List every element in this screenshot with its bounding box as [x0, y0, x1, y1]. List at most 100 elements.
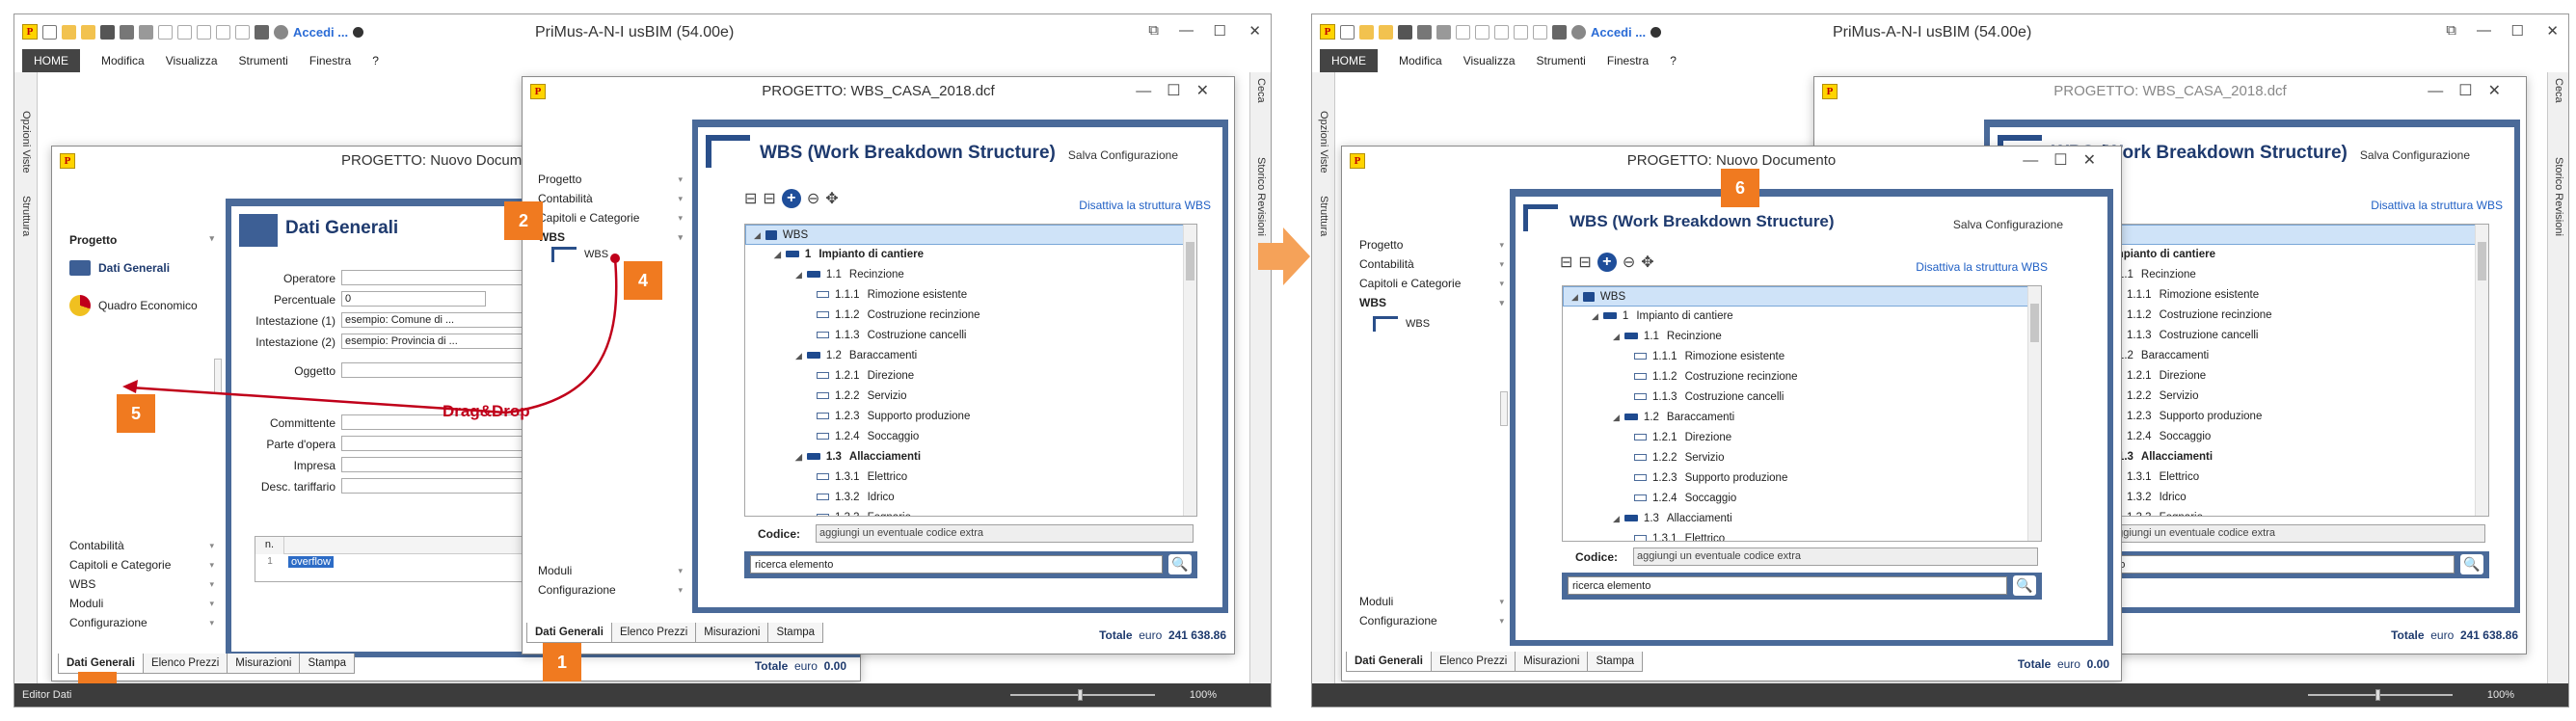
- node-code: 1.1.3: [1652, 391, 1677, 403]
- restore-layout-icon[interactable]: ⧉: [2446, 22, 2456, 39]
- project-window-controls[interactable]: —☐✕: [2428, 81, 2516, 100]
- node-code: 1.2.2: [2127, 390, 2152, 402]
- wbs-tree[interactable]: ◢WBS◢1Impianto di cantiere◢1.1Recinzione…: [1562, 285, 2042, 542]
- disattiva-wbs-link[interactable]: Disattiva la struttura WBS: [2371, 199, 2503, 212]
- undo-icon[interactable]: [1456, 24, 1470, 40]
- menu-help[interactable]: ?: [1670, 54, 1677, 67]
- tab-stampa[interactable]: Stampa: [1587, 652, 1644, 672]
- zoom-slider[interactable]: [1010, 689, 1155, 701]
- node-label: Baraccamenti: [1666, 412, 1735, 423]
- node-label: Costruzione cancelli: [2159, 330, 2259, 341]
- delete-icon[interactable]: ⊟: [1560, 253, 1572, 272]
- primus-logo-icon: P: [1320, 24, 1335, 40]
- splitter-handle[interactable]: [1500, 391, 1508, 426]
- salva-configurazione-button[interactable]: Salva Configurazione: [2360, 148, 2470, 162]
- tree-node[interactable]: 1.1.1 Rimozione esistente: [1563, 347, 2041, 367]
- app-title: PriMus-A-N-I usBIM (54.00e): [1833, 24, 2032, 40]
- nav-contabilita[interactable]: Contabilità: [1359, 254, 1504, 274]
- tree-node[interactable]: 1.1.3 Costruzione cancelli: [1563, 387, 2041, 408]
- nav-capitoli[interactable]: Capitoli e Categorie: [1359, 274, 1504, 293]
- doc-bottom-nav: Moduli Configurazione: [1359, 592, 1504, 630]
- tree-node[interactable]: 1.1.2 Costruzione recinzione: [1563, 367, 2041, 387]
- tree-root[interactable]: ◢ WBS: [1563, 286, 2041, 307]
- zoom-slider[interactable]: [2308, 689, 2453, 701]
- node-label: Rimozione esistente: [2159, 289, 2260, 301]
- ceca-tab[interactable]: Ceca: [2553, 78, 2564, 103]
- tab-misurazioni[interactable]: Misurazioni: [1515, 652, 1589, 672]
- tree-node[interactable]: ◢ 1.2 Baraccamenti: [1563, 408, 2041, 428]
- tree-node[interactable]: 1.2.1 Direzione: [1563, 428, 2041, 448]
- storico-revisioni-tab[interactable]: Storico Revisioni: [2553, 157, 2564, 236]
- opzioni-viste-tab[interactable]: Opzioni Viste: [1318, 111, 1329, 174]
- menu-finestra[interactable]: Finestra: [1607, 54, 1649, 67]
- cut-icon[interactable]: [1494, 24, 1509, 40]
- node-code: 1.1.2: [2127, 309, 2152, 321]
- node-code: 1.1.3: [2127, 330, 2152, 341]
- tree-node[interactable]: 1.2.4 Soccaggio: [1563, 489, 2041, 509]
- expand-toggle-icon[interactable]: ◢: [1592, 311, 1598, 321]
- codice-input[interactable]: aggiungi un eventuale codice extra: [2107, 524, 2485, 543]
- add-node-button[interactable]: +: [1597, 253, 1617, 272]
- search-icon[interactable]: 🔍: [2460, 554, 2483, 574]
- tree-node[interactable]: 1.3.1 Elettrico: [1563, 529, 2041, 541]
- nav-progetto[interactable]: Progetto: [1359, 235, 1504, 254]
- pointer-icon[interactable]: [1571, 24, 1586, 40]
- primus-logo-icon: P: [1350, 153, 1365, 169]
- document-window-controls[interactable]: —☐✕: [2023, 150, 2111, 170]
- wbs-node-item[interactable]: WBS: [1373, 316, 1430, 332]
- menu-visualizza[interactable]: Visualizza: [1463, 54, 1516, 67]
- salva-configurazione-button[interactable]: Salva Configurazione: [1953, 218, 2063, 231]
- search-input[interactable]: ricerca elemento: [1568, 576, 2007, 595]
- expand-toggle-icon[interactable]: ◢: [1613, 413, 1620, 422]
- tab-dati-generali[interactable]: Dati Generali: [1346, 652, 1432, 672]
- node-label: Costruzione recinzione: [1684, 371, 1798, 383]
- codice-input[interactable]: aggiungi un eventuale codice extra: [1633, 547, 2038, 566]
- delete-all-icon[interactable]: ⊟: [1578, 253, 1591, 272]
- tree-scrollbar[interactable]: [2475, 225, 2488, 516]
- remove-node-icon[interactable]: ⊖: [1623, 253, 1635, 272]
- badge-6: 6: [1721, 169, 1759, 207]
- save-icon[interactable]: [1398, 24, 1412, 40]
- multi-window-icon[interactable]: [1552, 24, 1567, 40]
- move-arrows-icon[interactable]: ✥: [1641, 253, 1653, 272]
- menu-modifica[interactable]: Modifica: [1399, 54, 1442, 67]
- node-label: Impianto di cantiere: [2110, 249, 2215, 260]
- minimize-button[interactable]: —: [2477, 22, 2491, 39]
- badge-2: 2: [504, 201, 543, 240]
- redo-icon[interactable]: [1475, 24, 1489, 40]
- node-label: Costruzione cancelli: [1684, 391, 1784, 403]
- nav-configurazione[interactable]: Configurazione: [1359, 611, 1504, 630]
- close-button[interactable]: ✕: [2546, 22, 2559, 40]
- new-file-icon[interactable]: [1340, 24, 1355, 40]
- app-window-after: P Accedi ... PriMus-A-N-I usBIM (54.00e)…: [1311, 13, 2569, 708]
- menu-home[interactable]: HOME: [1320, 49, 1378, 72]
- login-link[interactable]: Accedi ...: [1591, 25, 1646, 40]
- tab-elenco-prezzi[interactable]: Elenco Prezzi: [1430, 652, 1516, 672]
- expand-toggle-icon[interactable]: ◢: [1613, 514, 1620, 523]
- nav-wbs[interactable]: WBS: [1359, 293, 1504, 312]
- paste-icon[interactable]: [1533, 24, 1547, 40]
- nav-moduli[interactable]: Moduli: [1359, 592, 1504, 611]
- open-folder-icon[interactable]: [1359, 24, 1374, 40]
- tree-node[interactable]: 1.2.3 Supporto produzione: [1563, 468, 2041, 489]
- folder-icon[interactable]: [1379, 24, 1393, 40]
- user-icon[interactable]: [1650, 26, 1662, 38]
- copy-icon[interactable]: [1514, 24, 1528, 40]
- node-code: 1.3.3: [2127, 512, 2152, 516]
- tree-node[interactable]: ◢ 1 Impianto di cantiere: [1563, 307, 2041, 327]
- maximize-button[interactable]: ☐: [2511, 22, 2524, 40]
- tree-node[interactable]: ◢ 1.1 Recinzione: [1563, 327, 2041, 347]
- expand-toggle-icon[interactable]: ◢: [1571, 292, 1578, 302]
- search-icon[interactable]: 🔍: [2013, 575, 2036, 596]
- menu-strumenti[interactable]: Strumenti: [1537, 54, 1586, 67]
- tree-node[interactable]: ◢ 1.3 Allacciamenti: [1563, 509, 2041, 529]
- status-bar: 100%: [1312, 683, 2568, 707]
- disattiva-wbs-link[interactable]: Disattiva la struttura WBS: [1916, 260, 2048, 274]
- tree-scrollbar[interactable]: [2027, 286, 2041, 541]
- badge-5: 5: [117, 394, 155, 433]
- save-as-icon[interactable]: [1417, 24, 1432, 40]
- struttura-tab[interactable]: Struttura: [1318, 196, 1329, 236]
- tree-node[interactable]: 1.2.2 Servizio: [1563, 448, 2041, 468]
- print-icon[interactable]: [1436, 24, 1451, 40]
- expand-toggle-icon[interactable]: ◢: [1613, 332, 1620, 341]
